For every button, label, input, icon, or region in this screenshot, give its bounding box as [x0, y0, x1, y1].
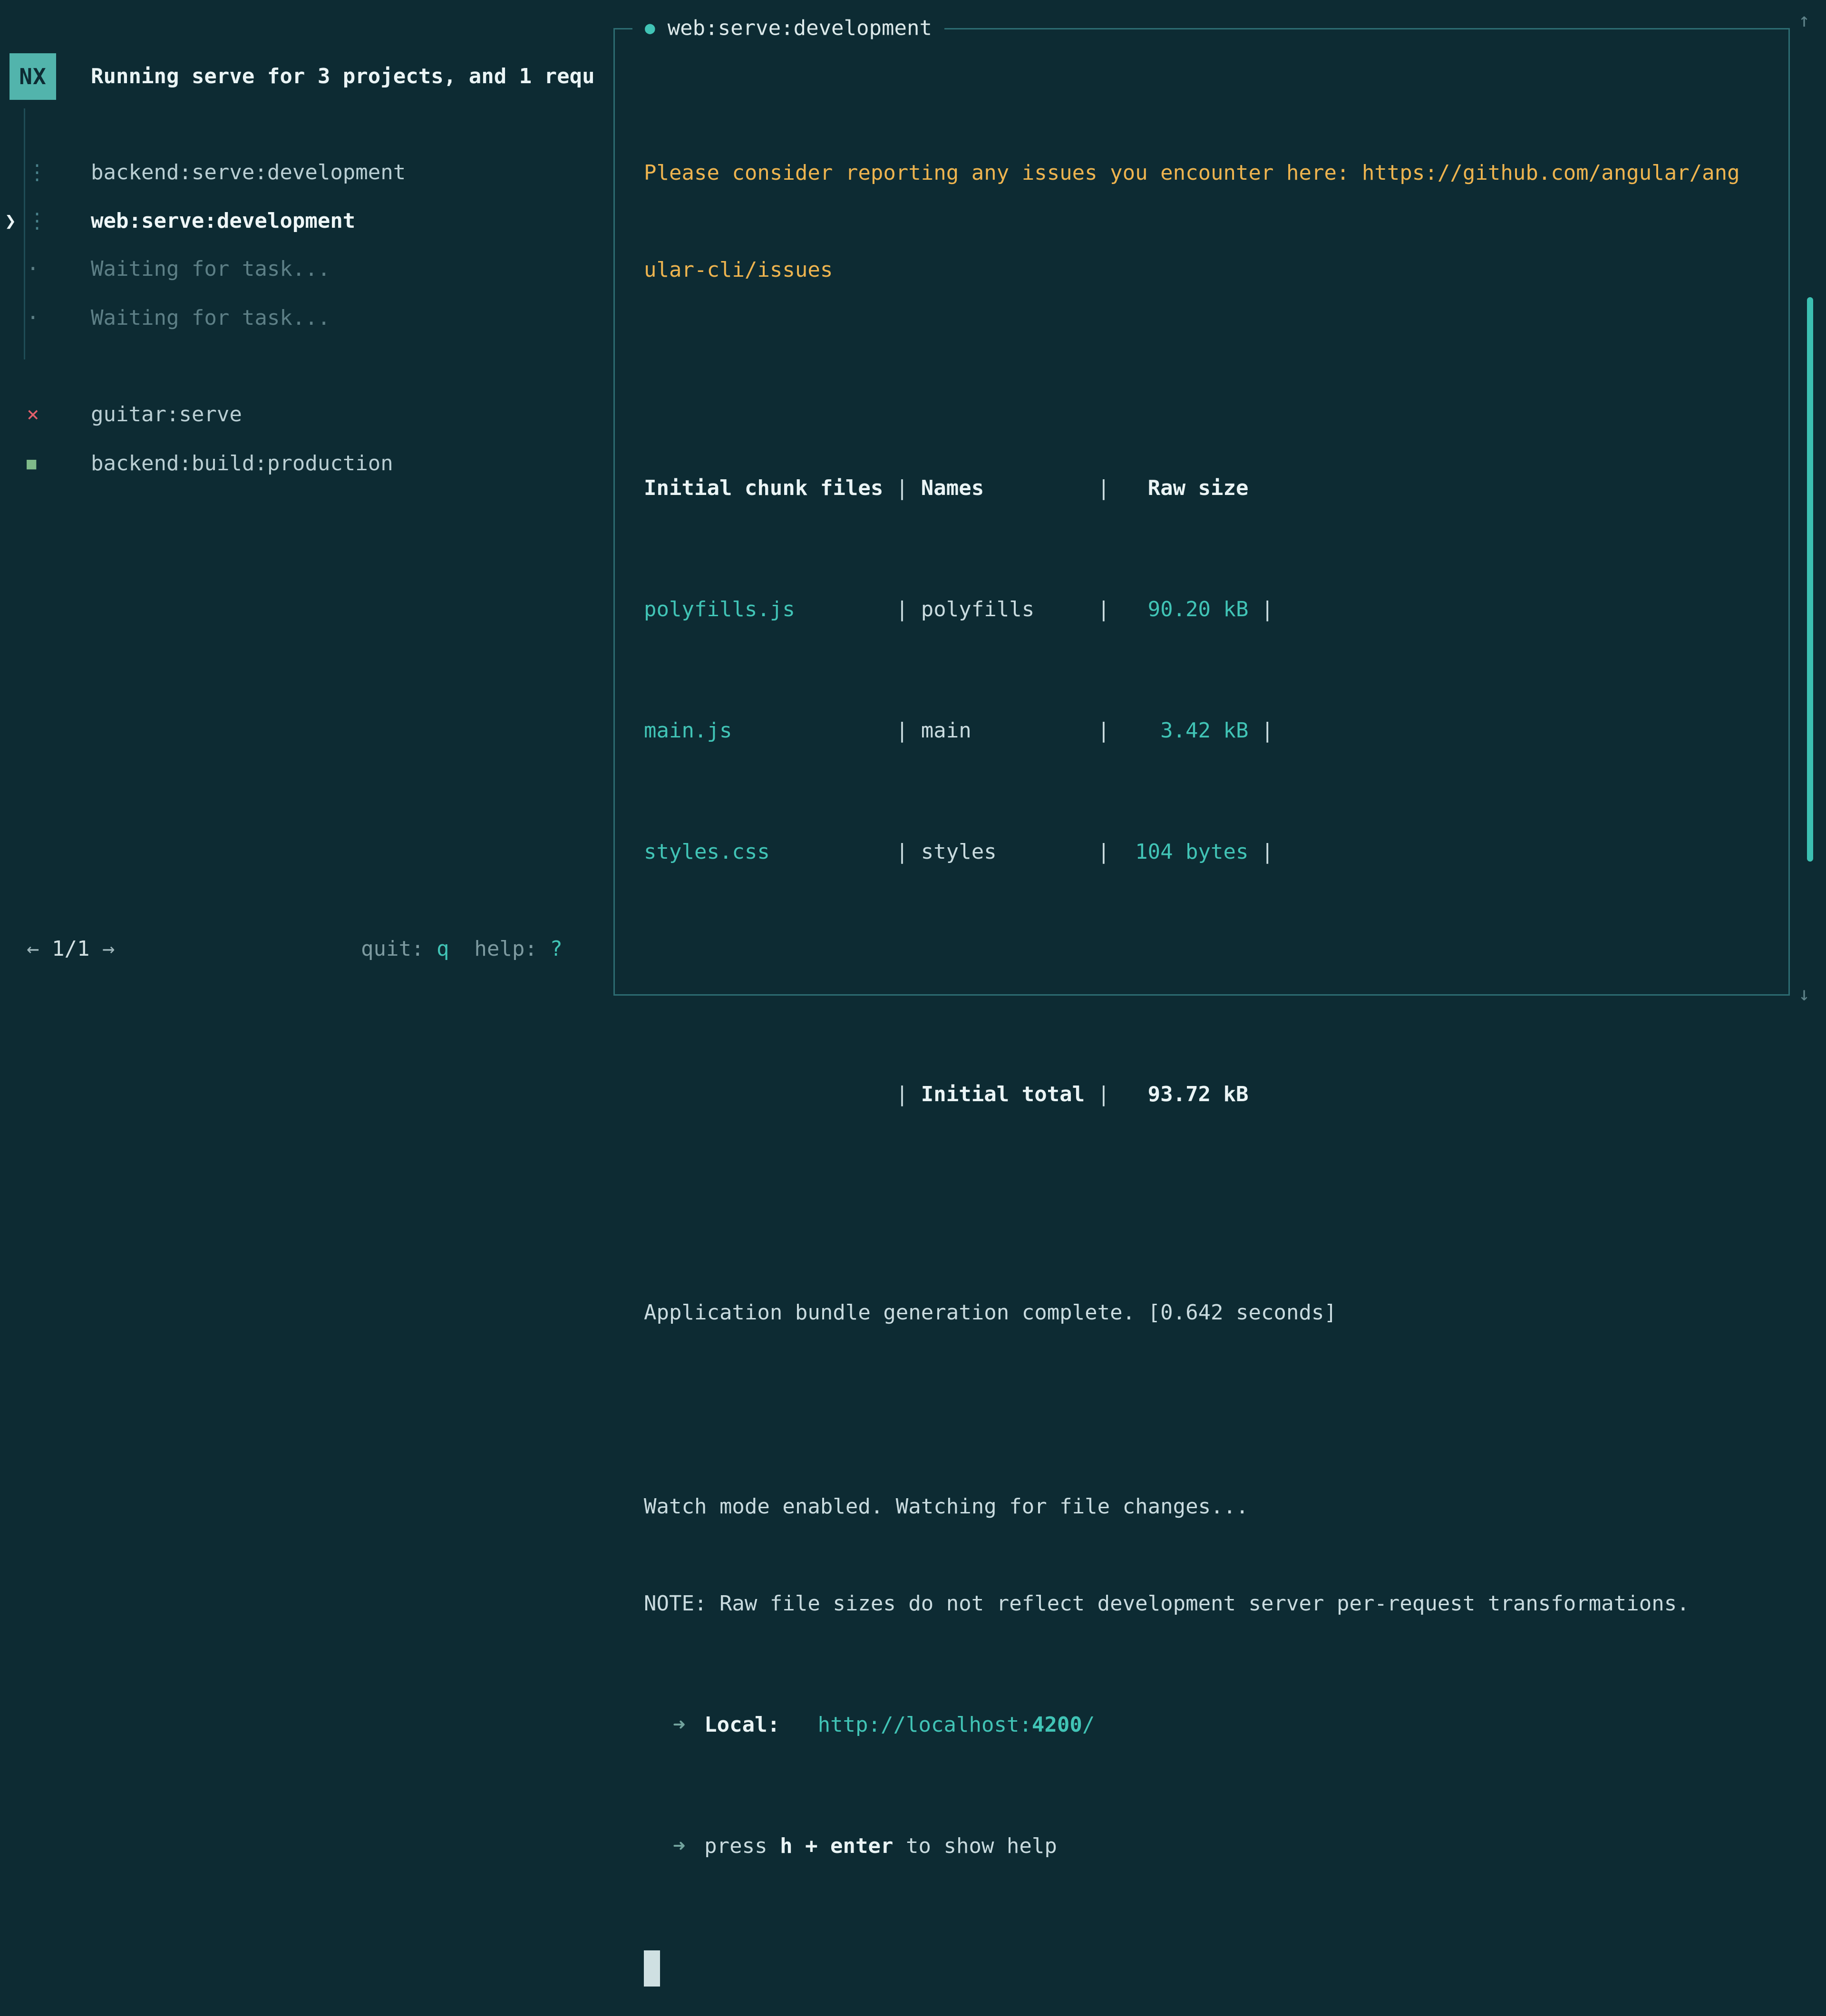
chunk-name: main	[921, 707, 1098, 755]
header-raw-size: Raw size	[1123, 464, 1249, 513]
task-item-web-serve[interactable]: ⋮ web:serve:development	[27, 197, 355, 245]
pipe: |	[896, 718, 921, 743]
page-prev-icon[interactable]: ←	[27, 937, 39, 961]
page-next-icon[interactable]: →	[102, 937, 115, 961]
url-suffix: /	[1082, 1713, 1095, 1737]
pipe: |	[1249, 718, 1274, 743]
help-keys: h + enter	[780, 1834, 893, 1858]
selected-task-chevron-icon: ❯	[5, 197, 16, 245]
table-row: polyfills.js| polyfills| 90.20 kB |	[644, 585, 1790, 634]
pipe: |	[1249, 597, 1274, 621]
arrow-right-icon: ➜	[673, 1701, 686, 1749]
help-suffix: to show help	[906, 1834, 1057, 1858]
task-label: Waiting for task...	[91, 294, 330, 342]
pipe: |	[1098, 476, 1123, 500]
bundle-complete-line: Application bundle generation complete. …	[644, 1289, 1790, 1337]
page-title: Running serve for 3 projects, and 1 requ	[91, 53, 610, 100]
task-item-waiting-2[interactable]: · Waiting for task...	[27, 294, 330, 342]
pipe: |	[1098, 718, 1123, 743]
chunk-file: main.js	[644, 707, 896, 755]
panel-title: ● web:serve:development	[632, 16, 944, 40]
chunk-size: 90.20 kB	[1123, 585, 1249, 634]
help-key: ?	[550, 937, 563, 961]
pipe: |	[896, 597, 921, 621]
header-names: Names	[921, 464, 1098, 513]
quit-key: q	[437, 937, 449, 961]
arrow-right-icon: ➜	[673, 1822, 686, 1871]
pipe: |	[896, 840, 921, 864]
task-tree-line	[24, 108, 25, 359]
header-file: Initial chunk files	[644, 464, 896, 513]
url-prefix: http://localhost:	[818, 1713, 1032, 1737]
scroll-down-icon[interactable]: ↓	[1798, 978, 1810, 1011]
pipe: |	[1098, 840, 1123, 864]
blank-line	[644, 949, 1790, 998]
note-line: NOTE: Raw file sizes do not reflect deve…	[644, 1580, 1790, 1628]
pipe: |	[1098, 597, 1123, 621]
scroll-up-icon[interactable]: ↑	[1798, 4, 1810, 37]
cursor-line	[644, 1943, 1790, 1992]
table-row: styles.css| styles| 104 bytes |	[644, 828, 1790, 876]
task-label: backend:serve:development	[91, 148, 406, 197]
watch-mode-line: Watch mode enabled. Watching for file ch…	[644, 1483, 1790, 1531]
issue-report-link[interactable]: ular-cli/issues	[644, 246, 1790, 294]
blank-line	[644, 343, 1790, 391]
local-url[interactable]: http://localhost:4200/	[818, 1713, 1095, 1737]
help-prefix: press	[704, 1834, 767, 1858]
running-bullet-icon: ●	[645, 19, 655, 38]
url-port: 4200	[1032, 1713, 1082, 1737]
blank-line	[644, 1386, 1790, 1434]
table-row: main.js| main| 3.42 kB |	[644, 707, 1790, 755]
nx-logo: NX	[10, 53, 56, 100]
pipe: |	[1249, 840, 1274, 864]
chunk-name: styles	[921, 828, 1098, 876]
spinner-icon: ⋮	[27, 148, 91, 197]
total-size: 93.72 kB	[1123, 1070, 1249, 1119]
task-label: guitar:serve	[91, 390, 242, 439]
local-label: Local:	[704, 1713, 780, 1737]
waiting-dot-icon: ·	[27, 294, 91, 342]
panel-title-label: web:serve:development	[668, 16, 932, 40]
help-label: help:	[449, 937, 550, 961]
blank-line	[644, 1192, 1790, 1240]
pipe: |	[1098, 1082, 1123, 1106]
chunk-file: styles.css	[644, 828, 896, 876]
chunk-name: polyfills	[921, 585, 1098, 634]
chunk-file: polyfills.js	[644, 585, 896, 634]
failed-x-icon: ×	[27, 390, 91, 439]
page-indicator: 1/1	[52, 937, 89, 961]
pipe: |	[896, 1082, 921, 1106]
chunk-size: 3.42 kB	[1123, 707, 1249, 755]
status-bar-shortcuts: quit: q help: ?	[361, 925, 563, 973]
chunk-size: 104 bytes	[1123, 828, 1249, 876]
task-item-backend-serve[interactable]: ⋮ backend:serve:development	[27, 148, 406, 197]
terminal-cursor	[644, 1950, 660, 1987]
task-label: Waiting for task...	[91, 245, 330, 293]
pipe: |	[896, 476, 921, 500]
help-hint-line: ➜ press h + enter to show help	[644, 1822, 1790, 1871]
terminal-output: Please consider reporting any issues you…	[644, 100, 1790, 2016]
task-item-waiting-1[interactable]: · Waiting for task...	[27, 245, 330, 293]
waiting-dot-icon: ·	[27, 245, 91, 293]
issue-report-line: Please consider reporting any issues you…	[644, 149, 1790, 197]
task-label: web:serve:development	[91, 197, 355, 245]
task-item-backend-build[interactable]: ■ backend:build:production	[27, 439, 393, 488]
spinner-icon: ⋮	[27, 197, 91, 245]
table-total-row: | Initial total| 93.72 kB	[644, 1070, 1790, 1119]
task-label: backend:build:production	[91, 439, 393, 488]
pagination: ← 1/1 →	[27, 925, 115, 973]
local-server-line: ➜ Local: http://localhost:4200/	[644, 1701, 1790, 1749]
total-label: Initial total	[921, 1070, 1098, 1119]
scrollbar-thumb[interactable]	[1807, 297, 1813, 862]
table-header-row: Initial chunk files| Names| Raw size	[644, 464, 1790, 513]
quit-label: quit:	[361, 937, 437, 961]
success-square-icon: ■	[27, 439, 91, 488]
task-item-guitar-serve[interactable]: × guitar:serve	[27, 390, 242, 439]
